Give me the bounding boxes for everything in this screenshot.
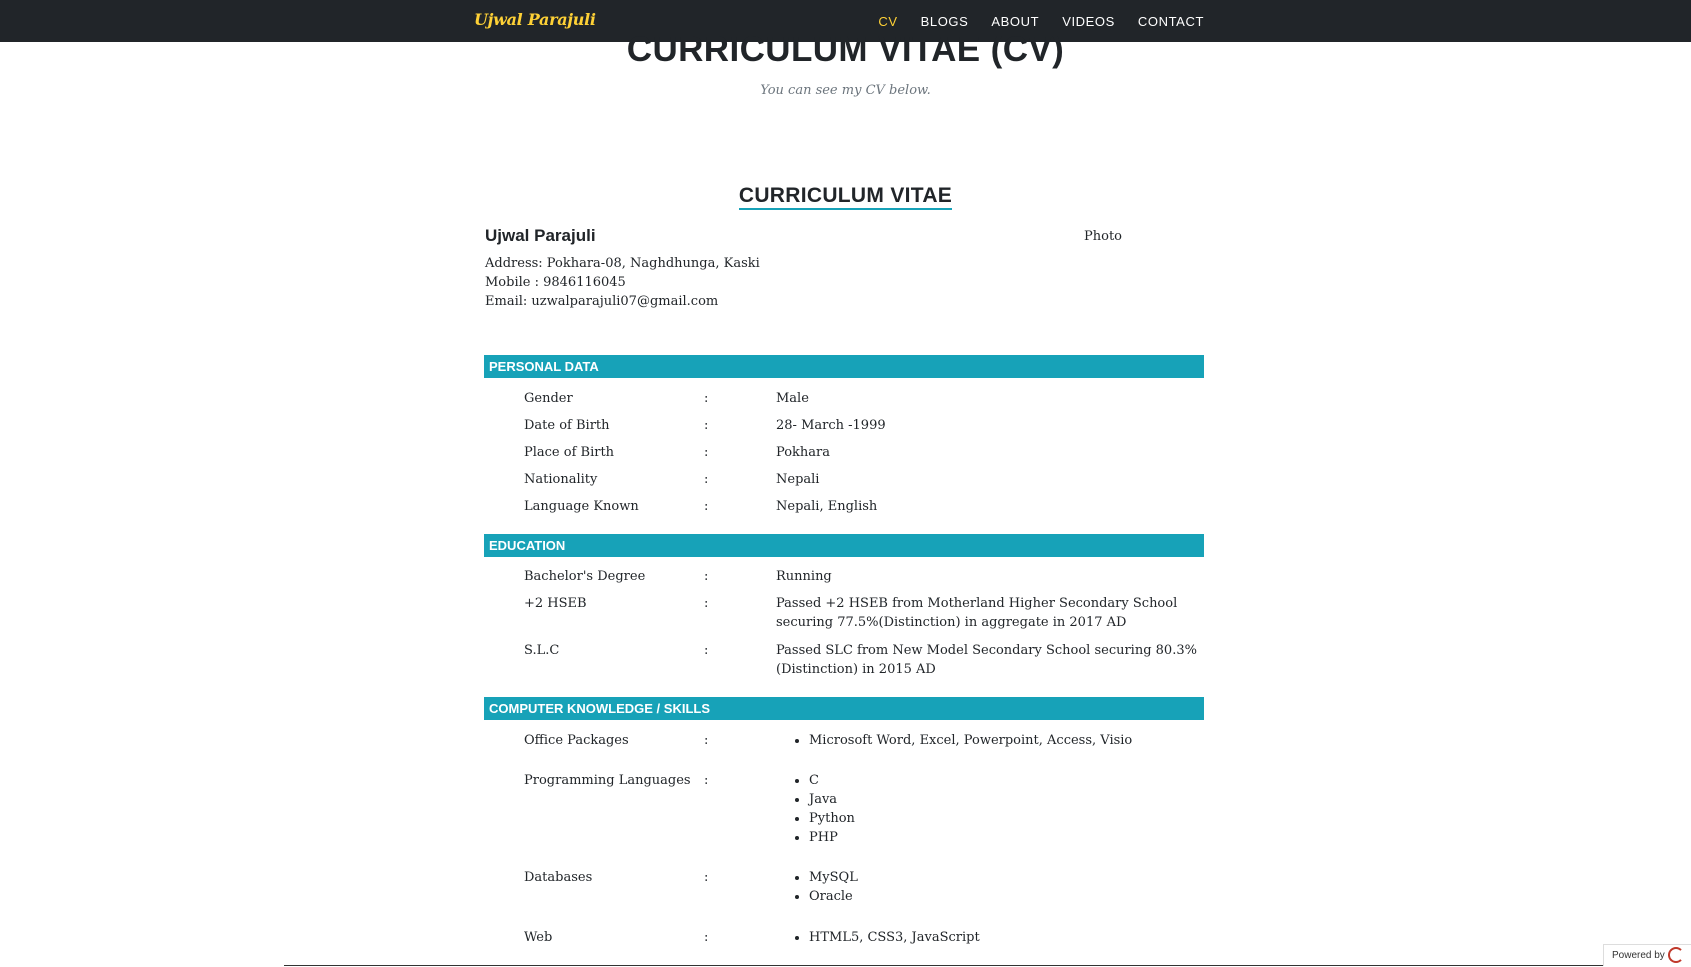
section-personal-data: PERSONAL DATA bbox=[484, 355, 1204, 378]
photo-placeholder: Photo bbox=[1084, 229, 1122, 244]
databases-list: MySQL Oracle bbox=[795, 868, 858, 906]
list-item: HTML5, CSS3, JavaScript bbox=[809, 928, 980, 947]
row-colon: : bbox=[704, 930, 708, 945]
row-label-office: Office Packages bbox=[524, 733, 629, 748]
web-list: HTML5, CSS3, JavaScript bbox=[795, 928, 980, 947]
nav-link-about[interactable]: ABOUT bbox=[991, 14, 1039, 29]
page-subtitle: You can see my CV below. bbox=[0, 83, 1691, 98]
nav-link-cv[interactable]: CV bbox=[878, 14, 897, 29]
cv-name: Ujwal Parajuli bbox=[485, 226, 596, 246]
list-item: Python bbox=[809, 809, 855, 828]
brand-logo[interactable]: Ujwal Parajuli bbox=[474, 10, 596, 29]
row-colon: : bbox=[704, 418, 708, 433]
address-line: Address: Pokhara-08, Naghdhunga, Kaski bbox=[485, 256, 760, 271]
office-packages-list: Microsoft Word, Excel, Powerpoint, Acces… bbox=[795, 731, 1132, 750]
row-colon: : bbox=[704, 596, 708, 611]
row-colon: : bbox=[704, 870, 708, 885]
row-label-gender: Gender bbox=[524, 391, 573, 406]
row-label-slc: S.L.C bbox=[524, 643, 559, 658]
row-colon: : bbox=[704, 499, 708, 514]
mobile-line: Mobile : 9846116045 bbox=[485, 275, 626, 290]
row-colon: : bbox=[704, 472, 708, 487]
cv-title-wrap: CURRICULUM VITAE bbox=[0, 184, 1691, 208]
powered-by-label: Powered by bbox=[1612, 950, 1665, 961]
row-value-slc: Passed SLC from New Model Secondary Scho… bbox=[776, 641, 1206, 679]
row-colon: : bbox=[704, 445, 708, 460]
row-label-bachelor: Bachelor's Degree bbox=[524, 569, 645, 584]
row-value-dob: 28- March -1999 bbox=[776, 416, 1206, 435]
row-label-language: Language Known bbox=[524, 499, 639, 514]
row-value-pob: Pokhara bbox=[776, 443, 1206, 462]
programming-languages-list: C Java Python PHP bbox=[795, 771, 855, 847]
row-colon: : bbox=[704, 569, 708, 584]
list-item: C bbox=[809, 771, 855, 790]
row-value-language: Nepali, English bbox=[776, 497, 1206, 516]
section-skills: COMPUTER KNOWLEDGE / SKILLS bbox=[484, 697, 1204, 720]
row-label-hseb: +2 HSEB bbox=[524, 596, 587, 611]
nav-link-contact[interactable]: CONTACT bbox=[1138, 14, 1204, 29]
row-value-hseb: Passed +2 HSEB from Motherland Higher Se… bbox=[776, 594, 1206, 632]
row-colon: : bbox=[704, 733, 708, 748]
nav-link-videos[interactable]: VIDEOS bbox=[1062, 14, 1115, 29]
row-label-programming: Programming Languages bbox=[524, 773, 691, 788]
provider-logo-icon bbox=[1668, 947, 1684, 963]
list-item: MySQL bbox=[809, 868, 858, 887]
row-value-nationality: Nepali bbox=[776, 470, 1206, 489]
email-line: Email: uzwalparajuli07@gmail.com bbox=[485, 294, 718, 309]
section-education: EDUCATION bbox=[484, 534, 1204, 557]
row-value-bachelor: Running bbox=[776, 567, 1206, 586]
list-item: Oracle bbox=[809, 887, 858, 906]
powered-by-badge[interactable]: Powered by bbox=[1603, 944, 1691, 966]
row-label-databases: Databases bbox=[524, 870, 592, 885]
row-colon: : bbox=[704, 643, 708, 658]
cv-title: CURRICULUM VITAE bbox=[739, 184, 952, 210]
page-title: CURRICULUM VITAE (CV) bbox=[0, 30, 1691, 70]
row-label-pob: Place of Birth bbox=[524, 445, 614, 460]
list-item: Microsoft Word, Excel, Powerpoint, Acces… bbox=[809, 731, 1132, 750]
list-item: PHP bbox=[809, 828, 855, 847]
row-label-dob: Date of Birth bbox=[524, 418, 610, 433]
row-colon: : bbox=[704, 391, 708, 406]
list-item: Java bbox=[809, 790, 855, 809]
row-colon: : bbox=[704, 773, 708, 788]
row-value-gender: Male bbox=[776, 389, 1206, 408]
row-label-nationality: Nationality bbox=[524, 472, 597, 487]
nav-link-blogs[interactable]: BLOGS bbox=[921, 14, 969, 29]
row-label-web: Web bbox=[524, 930, 552, 945]
